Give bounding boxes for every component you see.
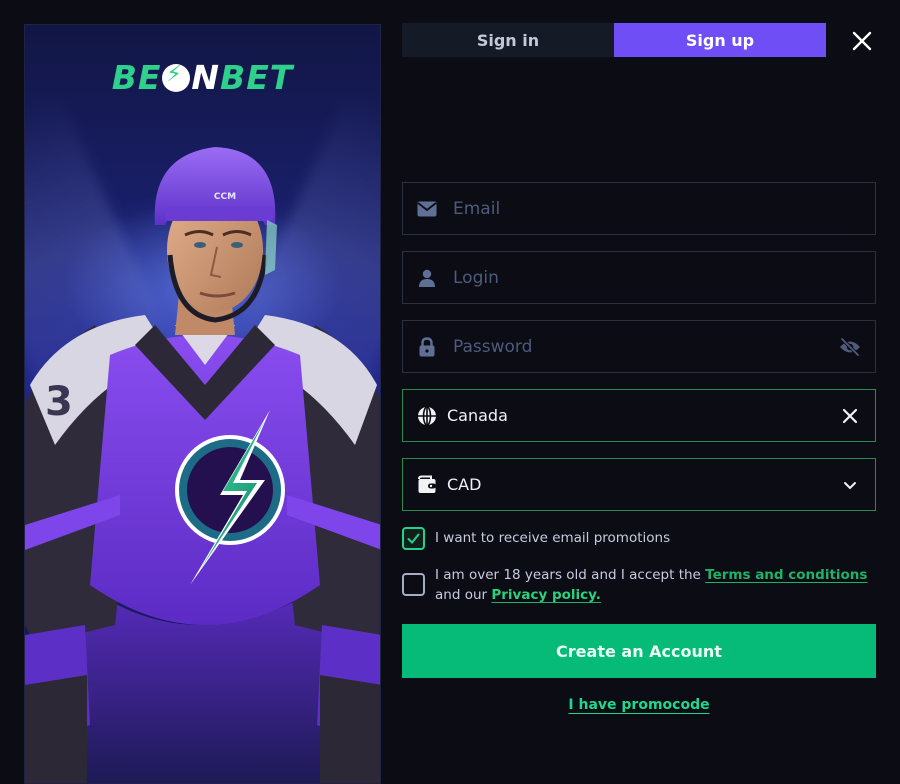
user-icon bbox=[417, 268, 437, 288]
email-promotions-checkbox[interactable] bbox=[402, 527, 425, 550]
login-field bbox=[402, 251, 876, 304]
clear-country-button[interactable] bbox=[837, 403, 863, 429]
password-input[interactable] bbox=[453, 321, 837, 372]
login-input[interactable] bbox=[453, 252, 875, 303]
logo-text: N bbox=[191, 58, 221, 97]
close-icon bbox=[852, 31, 872, 51]
country-select[interactable]: Canada bbox=[402, 389, 876, 442]
terms-agreement-label: I am over 18 years old and I accept the … bbox=[435, 565, 878, 605]
wallet-icon bbox=[417, 475, 437, 495]
lock-icon bbox=[417, 336, 437, 357]
eye-slash-icon bbox=[840, 337, 860, 356]
chevron-down-icon bbox=[844, 481, 856, 489]
globe-icon bbox=[417, 405, 437, 426]
lightning-icon bbox=[162, 62, 191, 92]
svg-text:3: 3 bbox=[45, 379, 73, 425]
terms-text: I am over 18 years old and I accept the bbox=[435, 567, 706, 583]
logo-text: BET bbox=[220, 58, 294, 97]
password-field bbox=[402, 320, 876, 373]
terms-and-conditions-link[interactable]: Terms and conditions bbox=[705, 567, 867, 583]
email-promotions-label: I want to receive email promotions bbox=[435, 530, 671, 546]
create-account-button[interactable]: Create an Account bbox=[402, 624, 876, 678]
privacy-policy-link[interactable]: Privacy policy. bbox=[491, 587, 600, 603]
envelope-icon bbox=[417, 199, 437, 219]
email-input[interactable] bbox=[453, 183, 875, 234]
logo-text: BE bbox=[111, 58, 162, 97]
toggle-password-visibility[interactable] bbox=[837, 334, 863, 360]
close-button[interactable] bbox=[848, 28, 876, 54]
promocode-link[interactable]: I have promocode bbox=[568, 697, 709, 713]
beonbet-logo: BE NBET bbox=[25, 58, 380, 97]
currency-dropdown-toggle[interactable] bbox=[837, 472, 863, 498]
country-value: Canada bbox=[447, 406, 508, 425]
auth-tabs: Sign in Sign up bbox=[402, 23, 826, 57]
email-field bbox=[402, 182, 876, 235]
email-promotions-option: I want to receive email promotions bbox=[402, 527, 878, 550]
close-icon bbox=[842, 408, 858, 423]
currency-value: CAD bbox=[447, 475, 482, 494]
terms-text: and our bbox=[435, 587, 492, 603]
currency-select[interactable]: CAD bbox=[402, 458, 876, 511]
terms-agreement-option: I am over 18 years old and I accept the … bbox=[402, 565, 878, 605]
terms-agreement-checkbox[interactable] bbox=[402, 573, 425, 596]
promocode-row: I have promocode bbox=[402, 697, 876, 713]
checkmark-icon bbox=[407, 533, 420, 544]
promo-banner: 3 CCM BE⚡ NBET bbox=[24, 24, 381, 784]
tab-sign-in[interactable]: Sign in bbox=[402, 23, 614, 57]
svg-text:CCM: CCM bbox=[214, 192, 236, 202]
tab-sign-up[interactable]: Sign up bbox=[614, 23, 826, 57]
hockey-player-illustration: 3 CCM bbox=[25, 147, 380, 783]
